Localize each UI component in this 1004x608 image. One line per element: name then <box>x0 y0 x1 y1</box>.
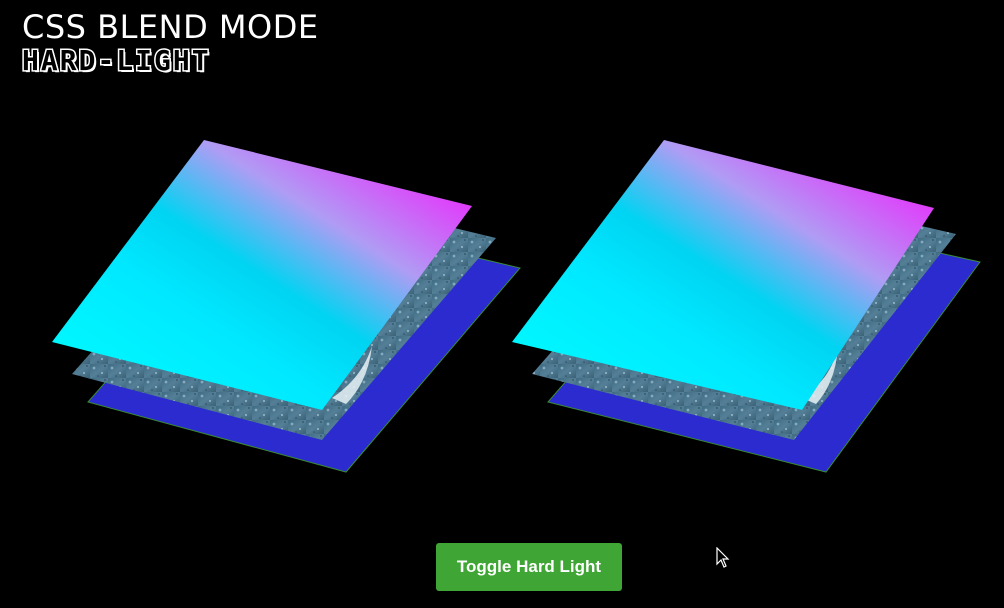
mouse-cursor-icon <box>716 547 730 568</box>
layer-stacks <box>52 140 981 473</box>
layer-stack-1 <box>52 140 521 473</box>
toggle-hard-light-button[interactable]: Toggle Hard Light <box>436 543 622 591</box>
layer-stack-2 <box>512 140 981 473</box>
